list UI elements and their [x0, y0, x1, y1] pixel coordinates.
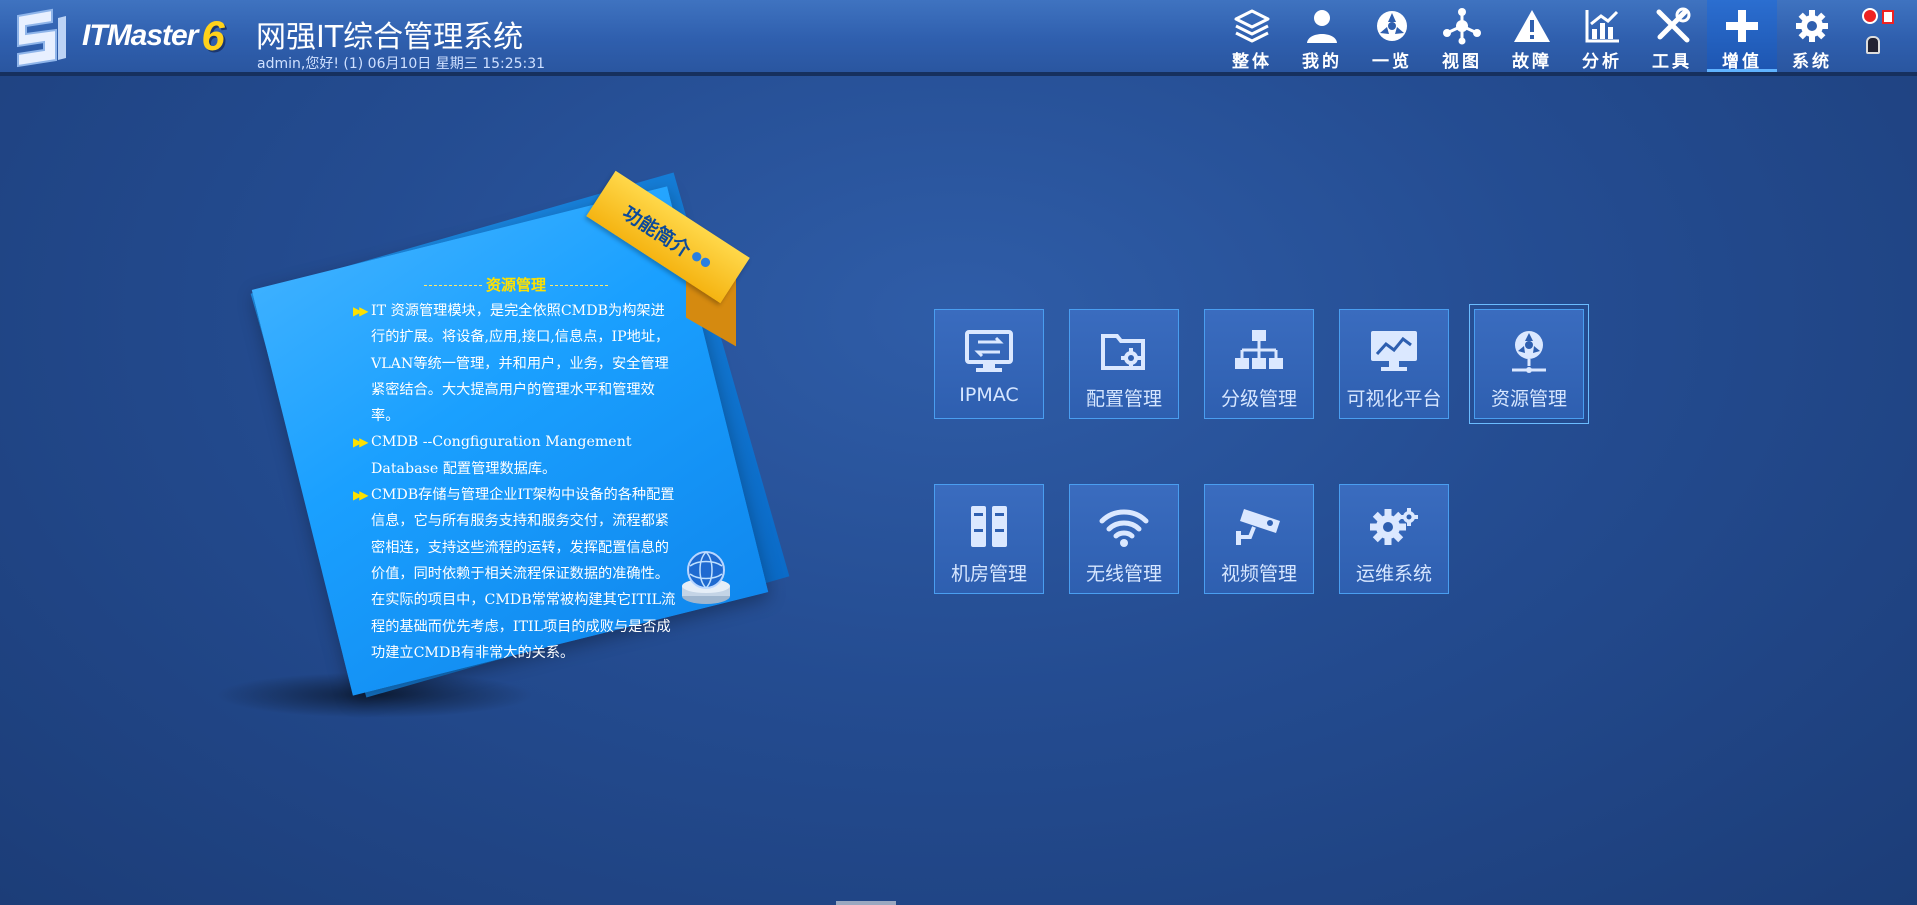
chart-icon	[1585, 10, 1619, 43]
app-title: 网强IT综合管理系统	[256, 20, 524, 55]
module-label: IPMAC	[959, 384, 1019, 406]
itmaster-logo-icon	[12, 8, 70, 68]
tools-icon	[1656, 7, 1691, 43]
server-rack-icon	[971, 506, 1007, 547]
module-label: 可视化平台	[1346, 388, 1442, 410]
bullet-arrow-icon: ▶▶	[353, 304, 369, 318]
wifi-icon	[1099, 509, 1149, 547]
nav-item-overview[interactable]: 一览	[1357, 0, 1427, 72]
nav-item-mine[interactable]: 我的	[1287, 0, 1357, 72]
module-label: 机房管理	[950, 563, 1027, 585]
ribbon-dots-icon: ●●	[688, 247, 715, 271]
top-header: ITMaster 6 网强IT综合管理系统 admin,您好! (1) 06月1…	[0, 0, 1917, 76]
warning-icon	[1514, 10, 1550, 42]
paragraph-text: IT 资源管理模块，是完全依照CMDB为构架进行的扩展。将设备,应用,接口,信息…	[371, 303, 670, 425]
nav-item-system[interactable]: 系统	[1777, 0, 1847, 72]
hierarchy-icon	[1235, 330, 1283, 369]
nav-item-tools[interactable]: 工具	[1637, 0, 1707, 72]
nav-label: 故障	[1512, 52, 1552, 72]
module-operations[interactable]: 运维系统	[1339, 484, 1449, 594]
user-info: admin,您好! (1) 06月10日 星期三 15:25:31	[257, 56, 546, 72]
feature-card-text: 资源管理 ▶▶ IT 资源管理模块，是完全依照CMDB为构架进行的扩展。将设备,…	[353, 274, 677, 666]
nav-label: 一览	[1372, 52, 1412, 72]
resource-globe-icon	[1512, 331, 1546, 373]
module-ipmac[interactable]: IPMAC	[934, 309, 1044, 419]
user-icon	[1307, 10, 1337, 43]
main-nav: 整体 我的 一览 视图 故障 分析 工具 增值 系统	[1217, 0, 1847, 72]
module-label: 运维系统	[1355, 563, 1432, 585]
paragraph-text: CMDB存储与管理企业IT架构中设备的各种配置信息，它与所有服务支持和服务交付，…	[371, 487, 676, 661]
module-hierarchy[interactable]: 分级管理	[1204, 309, 1314, 419]
nav-label: 工具	[1652, 52, 1692, 72]
topology-icon	[1443, 8, 1481, 45]
module-label: 资源管理	[1490, 388, 1567, 410]
nav-label: 系统	[1792, 52, 1832, 72]
layers-icon	[1234, 9, 1270, 43]
module-server-room[interactable]: 机房管理	[934, 484, 1044, 594]
bottom-scroll-handle[interactable]	[836, 901, 896, 905]
user-avatar-icon[interactable]	[1866, 36, 1880, 54]
module-visualization[interactable]: 可视化平台	[1339, 309, 1449, 419]
module-video[interactable]: 视频管理	[1204, 484, 1314, 594]
bullet-arrow-icon: ▶▶	[353, 435, 369, 450]
brand-version: 6	[201, 12, 224, 59]
feature-paragraph: ▶▶ CMDB存储与管理企业IT架构中设备的各种配置信息，它与所有服务支持和服务…	[353, 482, 677, 666]
nav-label: 分析	[1582, 52, 1622, 72]
module-resource[interactable]: 资源管理	[1469, 304, 1589, 424]
module-label: 分级管理	[1220, 388, 1297, 410]
globe-drive-icon	[678, 546, 734, 606]
module-label: 配置管理	[1085, 388, 1162, 410]
nav-label: 视图	[1442, 52, 1482, 72]
camera-icon	[1236, 509, 1280, 545]
gear-icon	[1796, 10, 1828, 42]
nav-item-value-added[interactable]: 增值	[1707, 0, 1777, 72]
module-wireless[interactable]: 无线管理	[1069, 484, 1179, 594]
nav-item-view[interactable]: 视图	[1427, 0, 1497, 72]
overview-icon	[1377, 11, 1407, 41]
bullet-arrow-icon: ▶▶	[353, 488, 369, 503]
nav-item-overall[interactable]: 整体	[1217, 0, 1287, 72]
module-label: 视频管理	[1220, 563, 1297, 585]
monitor-chart-icon	[1371, 331, 1417, 371]
system-tray	[1858, 6, 1898, 56]
nav-label: 我的	[1302, 52, 1342, 72]
monitor-ip-icon	[965, 330, 1013, 372]
plus-icon	[1726, 10, 1758, 42]
module-config[interactable]: 配置管理	[1069, 309, 1179, 419]
folder-gear-icon	[1101, 334, 1145, 370]
brand-text: ITMaster	[82, 19, 198, 52]
nav-label: 增值	[1722, 52, 1762, 72]
alarm-icon[interactable]	[1862, 8, 1878, 24]
nav-label: 整体	[1232, 52, 1272, 72]
gears-icon	[1370, 508, 1418, 545]
module-label: 无线管理	[1085, 563, 1162, 585]
paragraph-text: CMDB --Congfiguration Mangement Database…	[371, 434, 632, 477]
feature-title: 资源管理	[355, 274, 677, 295]
nav-item-fault[interactable]: 故障	[1497, 0, 1567, 72]
message-icon[interactable]	[1882, 10, 1894, 24]
brand-name: ITMaster 6	[82, 12, 225, 59]
nav-item-analysis[interactable]: 分析	[1567, 0, 1637, 72]
feature-paragraph: ▶▶ CMDB --Congfiguration Mangement Datab…	[353, 429, 677, 482]
feature-paragraph: ▶▶ IT 资源管理模块，是完全依照CMDB为构架进行的扩展。将设备,应用,接口…	[353, 298, 677, 429]
